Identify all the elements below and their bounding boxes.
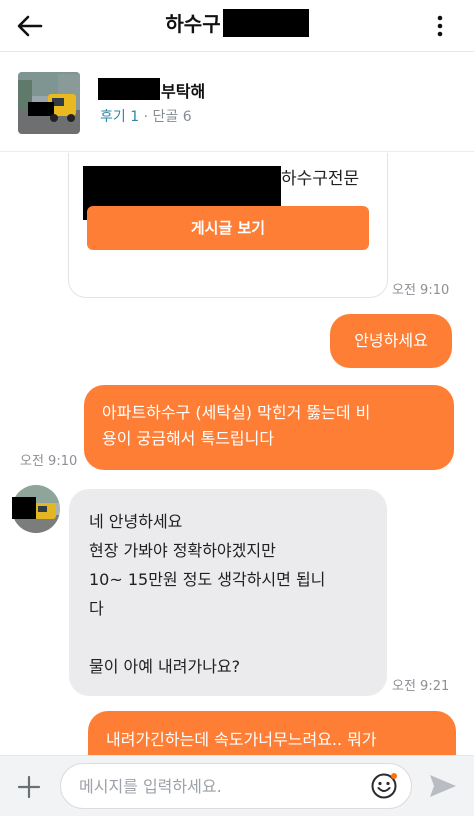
new-badge-dot <box>391 773 397 779</box>
outgoing-message-bubble: 안녕하세요 <box>330 314 452 368</box>
message-line: 현장 가봐야 정확하야겠지만 <box>89 541 276 560</box>
top-app-bar: 하수구 <box>0 0 474 52</box>
post-title-suffix: 부탁해 <box>161 82 206 101</box>
message-timestamp: 오전 9:10 <box>392 283 450 298</box>
message-list[interactable]: 하수구전문 게시글 보기 오전 9:10 안녕하세요 아파트하수구 (세탁실) … <box>0 153 474 755</box>
meta-separator: · <box>143 109 149 125</box>
post-meta: 후기 1 · 단골 6 <box>100 106 192 126</box>
message-line <box>89 623 367 652</box>
post-share-card: 하수구전문 게시글 보기 <box>68 153 388 298</box>
message-timestamp: 오전 9:21 <box>392 679 450 694</box>
card-text: 하수구전문 <box>281 169 360 189</box>
review-count-link[interactable]: 후기 1 <box>100 109 139 125</box>
post-thumbnail <box>18 72 80 134</box>
message-input-wrapper[interactable] <box>60 763 412 809</box>
title-redaction <box>222 8 309 37</box>
chat-title-text: 하수구 <box>165 12 221 36</box>
incoming-message-bubble: 네 안녕하세요 현장 가봐야 정확하야겠지만 10~ 15만원 정도 생각하시면… <box>69 489 387 696</box>
regulars-count: 단골 6 <box>152 109 192 125</box>
message-line: 내려가긴하는데 속도가너무느려요.. 뭐가 <box>106 730 377 749</box>
view-post-button[interactable]: 게시글 보기 <box>87 206 369 250</box>
message-input[interactable] <box>79 764 359 808</box>
message-line: 네 안녕하세요 <box>89 512 183 531</box>
avatar-redaction <box>12 497 36 519</box>
post-title-redaction <box>98 78 160 100</box>
message-text: 안녕하세요 <box>354 331 428 350</box>
more-vertical-icon[interactable] <box>432 12 448 40</box>
message-line: 용이 궁금해서 톡드립니다 <box>102 429 275 448</box>
outgoing-message-bubble: 내려가긴하는데 속도가너무느려요.. 뭐가 <box>88 711 456 755</box>
message-timestamp: 오전 9:10 <box>20 454 78 469</box>
message-line: 아파트하수구 (세탁실) 막힌거 뚫는데 비 <box>102 403 371 422</box>
plus-icon[interactable] <box>16 774 42 800</box>
message-line: 물이 아예 내려가나요? <box>89 657 241 676</box>
send-icon[interactable] <box>428 772 458 800</box>
outgoing-message-bubble: 아파트하수구 (세탁실) 막힌거 뚫는데 비 용이 궁금해서 톡드립니다 <box>84 385 454 470</box>
message-composer <box>0 755 474 816</box>
message-line: 다 <box>89 599 104 618</box>
message-line: 10~ 15만원 정도 생각하시면 됩니 <box>89 570 326 589</box>
post-summary[interactable]: 부탁해 후기 1 · 단골 6 <box>0 52 474 152</box>
chat-title: 하수구 <box>0 8 474 37</box>
